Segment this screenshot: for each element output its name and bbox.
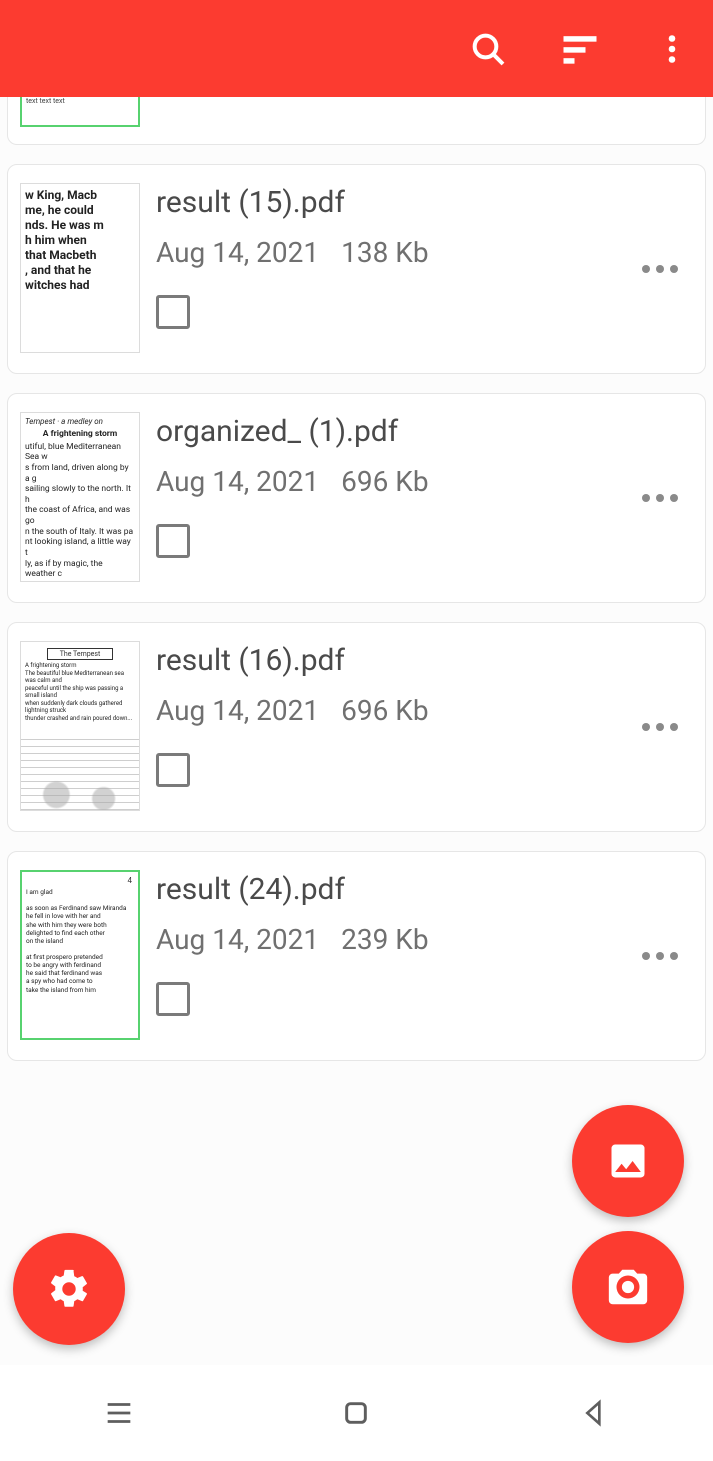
back-button[interactable] (574, 1393, 614, 1433)
file-size: 138 Kb (341, 236, 428, 269)
home-button[interactable] (336, 1393, 376, 1433)
select-checkbox[interactable] (156, 295, 190, 329)
file-name: organized_ (1).pdf (156, 414, 693, 449)
file-size: 696 Kb (341, 694, 428, 727)
select-checkbox[interactable] (156, 524, 190, 558)
file-more-button[interactable] (639, 477, 681, 519)
sort-icon[interactable] (557, 26, 603, 72)
file-date: Aug 14, 2021 (156, 923, 319, 956)
camera-fab[interactable] (572, 1231, 684, 1343)
file-info: result (15).pdf Aug 14, 2021 138 Kb (156, 183, 693, 329)
pdf-thumbnail: Tempest · a medley on A frightening stor… (20, 412, 140, 582)
file-info: result (24).pdf Aug 14, 2021 239 Kb (156, 870, 693, 1016)
file-size: 696 Kb (341, 465, 428, 498)
file-card-partial[interactable]: text text text texttext text text (7, 97, 706, 145)
file-date: Aug 14, 2021 (156, 694, 319, 727)
file-name: result (16).pdf (156, 643, 693, 678)
image-icon (606, 1139, 650, 1183)
select-checkbox[interactable] (156, 982, 190, 1016)
settings-fab[interactable] (13, 1233, 125, 1345)
recent-apps-button[interactable] (99, 1393, 139, 1433)
pdf-thumbnail: text text text texttext text text (20, 97, 140, 127)
camera-icon (605, 1264, 651, 1310)
pdf-thumbnail: The Tempest A frightening stormThe beaut… (20, 641, 140, 811)
file-name: result (24).pdf (156, 872, 693, 907)
file-more-button[interactable] (639, 248, 681, 290)
file-more-button[interactable] (639, 935, 681, 977)
file-card[interactable]: The Tempest A frightening stormThe beaut… (7, 622, 706, 832)
file-size: 239 Kb (341, 923, 428, 956)
file-card[interactable]: w King, Macbme, he could nds. He was mh … (7, 164, 706, 374)
file-date: Aug 14, 2021 (156, 465, 319, 498)
file-info: organized_ (1).pdf Aug 14, 2021 696 Kb (156, 412, 693, 558)
pdf-thumbnail: w King, Macbme, he could nds. He was mh … (20, 183, 140, 353)
pdf-thumbnail: 4 I am gladas soon as Ferdinand saw Mira… (20, 870, 140, 1040)
file-name: result (15).pdf (156, 185, 693, 220)
file-more-button[interactable] (639, 706, 681, 748)
gear-icon (46, 1266, 92, 1312)
select-checkbox[interactable] (156, 753, 190, 787)
more-horiz-icon (642, 494, 678, 502)
file-info: result (16).pdf Aug 14, 2021 696 Kb (156, 641, 693, 787)
gallery-fab[interactable] (572, 1105, 684, 1217)
search-icon[interactable] (465, 26, 511, 72)
more-horiz-icon (642, 952, 678, 960)
system-navbar (0, 1365, 713, 1461)
file-list: text text text texttext text text w King… (0, 97, 713, 1061)
app-bar (0, 0, 713, 97)
file-card[interactable]: 4 I am gladas soon as Ferdinand saw Mira… (7, 851, 706, 1061)
more-horiz-icon (642, 265, 678, 273)
file-date: Aug 14, 2021 (156, 236, 319, 269)
more-vert-icon[interactable] (649, 26, 695, 72)
more-horiz-icon (642, 723, 678, 731)
file-card[interactable]: Tempest · a medley on A frightening stor… (7, 393, 706, 603)
